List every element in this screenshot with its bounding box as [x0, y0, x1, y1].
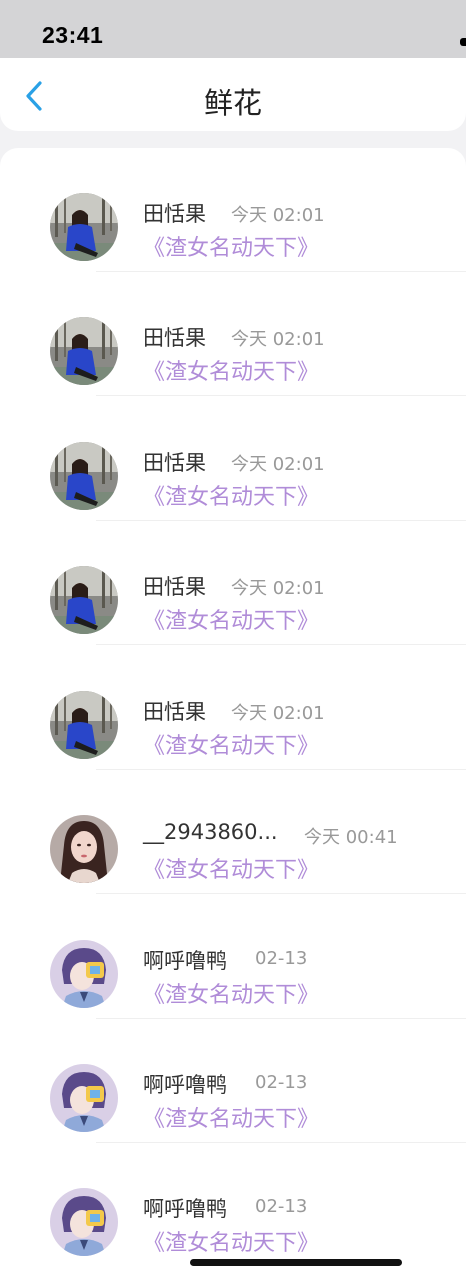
gift-time: 02-13	[255, 948, 308, 969]
user-name: __2943860...	[143, 820, 278, 844]
list-item[interactable]: 田恬果 今天 02:01 《渣女名动天下》	[0, 646, 466, 770]
list-item[interactable]: 田恬果 今天 02:01 《渣女名动天下》	[0, 521, 466, 645]
woman-in-blue-photo	[50, 691, 118, 759]
list-item[interactable]: 啊呼噜鸭 02-13 《渣女名动天下》	[0, 1019, 466, 1143]
book-title-link[interactable]: 《渣女名动天下》	[143, 728, 319, 760]
woman-in-blue-photo	[50, 442, 118, 510]
avatar[interactable]	[50, 317, 118, 385]
avatar[interactable]	[50, 566, 118, 634]
book-title-link[interactable]: 《渣女名动天下》	[143, 852, 319, 884]
list-item[interactable]: 田恬果 今天 02:01 《渣女名动天下》	[0, 272, 466, 396]
avatar[interactable]	[50, 442, 118, 510]
divider	[96, 644, 466, 645]
anime-illustration	[50, 1188, 118, 1256]
gift-time: 02-13	[255, 1072, 308, 1093]
woman-in-blue-photo	[50, 566, 118, 634]
status-bar: 23:41	[0, 0, 466, 58]
gift-time: 今天 02:01	[231, 454, 325, 475]
list-item[interactable]: 啊呼噜鸭 02-13 《渣女名动天下》	[0, 1143, 466, 1267]
avatar[interactable]	[50, 1064, 118, 1132]
gift-record-list: 田恬果 今天 02:01 《渣女名动天下》 田恬果 今天 02:01 《渣女名动…	[0, 148, 466, 1280]
divider	[96, 395, 466, 396]
avatar[interactable]	[50, 193, 118, 261]
user-name: 啊呼噜鸭	[143, 1197, 227, 1221]
book-title-link[interactable]: 《渣女名动天下》	[143, 479, 319, 511]
status-time: 23:41	[42, 22, 104, 48]
list-item[interactable]: __2943860... 今天 00:41 《渣女名动天下》	[0, 770, 466, 894]
portrait-photo	[50, 815, 118, 883]
anime-illustration	[50, 1064, 118, 1132]
status-indicator	[460, 38, 466, 46]
avatar[interactable]	[50, 691, 118, 759]
user-name: 田恬果	[143, 451, 206, 475]
divider	[96, 893, 466, 894]
user-name: 啊呼噜鸭	[143, 949, 227, 973]
gift-time: 今天 02:01	[231, 329, 325, 350]
list-item[interactable]: 田恬果 今天 02:01 《渣女名动天下》	[0, 397, 466, 521]
gift-time: 今天 00:41	[304, 827, 398, 848]
woman-in-blue-photo	[50, 317, 118, 385]
book-title-link[interactable]: 《渣女名动天下》	[143, 977, 319, 1009]
anime-illustration	[50, 940, 118, 1008]
list-item[interactable]: 啊呼噜鸭 02-13 《渣女名动天下》	[0, 895, 466, 1019]
book-title-link[interactable]: 《渣女名动天下》	[143, 230, 319, 262]
avatar[interactable]	[50, 815, 118, 883]
nav-header: 鲜花	[0, 58, 466, 131]
avatar[interactable]	[50, 1188, 118, 1256]
book-title-link[interactable]: 《渣女名动天下》	[143, 1225, 319, 1257]
gift-time: 今天 02:01	[231, 578, 325, 599]
book-title-link[interactable]: 《渣女名动天下》	[143, 603, 319, 635]
book-title-link[interactable]: 《渣女名动天下》	[143, 354, 319, 386]
user-name: 田恬果	[143, 700, 206, 724]
page-title: 鲜花	[203, 86, 262, 120]
user-name: 啊呼噜鸭	[143, 1073, 227, 1097]
gift-time: 02-13	[255, 1196, 308, 1217]
user-name: 田恬果	[143, 575, 206, 599]
user-name: 田恬果	[143, 202, 206, 226]
woman-in-blue-photo	[50, 193, 118, 261]
gift-time: 今天 02:01	[231, 205, 325, 226]
gift-time: 今天 02:01	[231, 703, 325, 724]
avatar[interactable]	[50, 940, 118, 1008]
book-title-link[interactable]: 《渣女名动天下》	[143, 1101, 319, 1133]
user-name: 田恬果	[143, 326, 206, 350]
home-indicator[interactable]	[190, 1259, 402, 1266]
list-item[interactable]: 田恬果 今天 02:01 《渣女名动天下》	[0, 148, 466, 272]
